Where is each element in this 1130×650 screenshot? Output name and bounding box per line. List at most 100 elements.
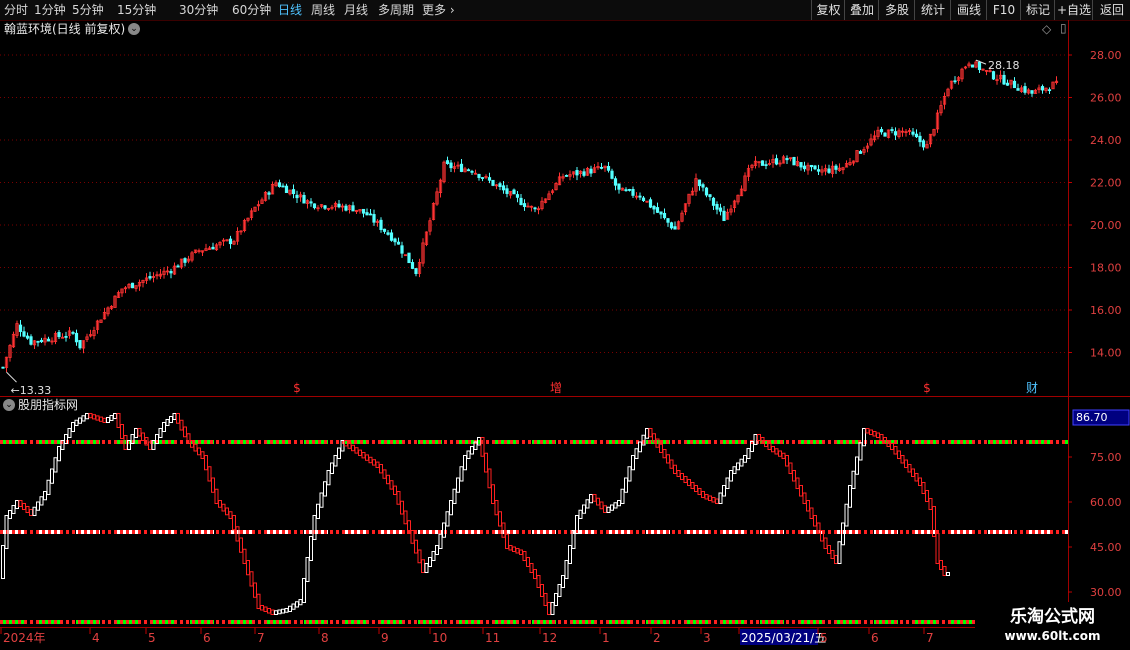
oscillator-box bbox=[673, 464, 677, 474]
oscillator-box bbox=[179, 419, 184, 431]
oscillator-box bbox=[88, 413, 93, 419]
candle-body bbox=[918, 135, 922, 143]
time-axis-label-4: 7 bbox=[257, 631, 265, 645]
oscillator-box bbox=[326, 470, 331, 486]
oscillator-box bbox=[386, 474, 390, 485]
oscillator-box bbox=[767, 443, 772, 450]
indicator-menu-icon[interactable]: ⌄ bbox=[3, 399, 15, 411]
oscillator-box bbox=[785, 455, 789, 467]
oscillator-box bbox=[515, 548, 520, 554]
time-axis-label-15: 6 bbox=[871, 631, 879, 645]
candle-body bbox=[351, 205, 355, 212]
oscillator-box bbox=[284, 608, 289, 613]
settings-diamond-icon[interactable]: ◇ bbox=[1042, 23, 1051, 36]
candle-body bbox=[624, 189, 628, 192]
candle-body bbox=[414, 268, 418, 274]
oscillator-box bbox=[295, 601, 299, 608]
oscillator-box bbox=[599, 501, 604, 510]
oscillator-box bbox=[36, 501, 40, 511]
candle-body bbox=[64, 336, 68, 338]
candle-body bbox=[879, 129, 884, 133]
oscillator-box bbox=[421, 559, 425, 573]
candle-body bbox=[708, 194, 712, 198]
candle-body bbox=[459, 163, 464, 172]
oscillator-box bbox=[78, 417, 82, 424]
oscillator-box bbox=[624, 477, 628, 493]
oscillator-box bbox=[249, 571, 254, 587]
oscillator-box bbox=[645, 428, 649, 439]
candle-body bbox=[718, 207, 723, 212]
candle-body bbox=[36, 340, 40, 343]
candle-body bbox=[827, 168, 831, 173]
oscillator-box bbox=[330, 462, 334, 474]
time-axis-label-5: 8 bbox=[321, 631, 329, 645]
candle-body bbox=[613, 178, 618, 186]
candle-body bbox=[228, 238, 233, 245]
oscillator-box bbox=[921, 482, 926, 494]
oscillator-box bbox=[99, 416, 103, 422]
oscillator-box bbox=[277, 609, 282, 615]
oscillator-box bbox=[288, 605, 292, 612]
candle-body bbox=[39, 339, 44, 343]
candle-body bbox=[18, 324, 23, 332]
oscillator-box bbox=[676, 470, 681, 477]
oscillator-box bbox=[169, 416, 173, 423]
oscillator-box bbox=[830, 550, 835, 559]
candle-body bbox=[792, 156, 796, 166]
low-marker-arrow bbox=[6, 371, 17, 383]
candle-body bbox=[991, 71, 996, 80]
oscillator-box bbox=[582, 504, 586, 514]
oscillator-box bbox=[358, 449, 362, 457]
candle-body bbox=[589, 168, 593, 174]
oscillator-box bbox=[893, 446, 898, 455]
oscillator-box bbox=[536, 575, 541, 588]
candle-body bbox=[760, 160, 765, 166]
oscillator-box bbox=[242, 548, 247, 564]
candle-body bbox=[970, 64, 975, 68]
oscillator-box bbox=[505, 533, 509, 549]
oscillator-box bbox=[389, 480, 394, 490]
oscillator-box bbox=[57, 446, 61, 462]
candle-body bbox=[466, 169, 471, 172]
oscillator-box bbox=[725, 477, 730, 489]
oscillator-box bbox=[232, 515, 236, 531]
main-title-menu-icon[interactable]: ⌄ bbox=[128, 23, 140, 35]
price-tick-label-2: 24.00 bbox=[1090, 134, 1122, 147]
window-toggle-icon[interactable]: ▯ bbox=[1060, 22, 1067, 35]
oscillator-box bbox=[519, 549, 523, 555]
candle-body bbox=[1016, 88, 1020, 91]
oscillator-box bbox=[85, 413, 89, 420]
candle-body bbox=[130, 282, 135, 289]
oscillator-box bbox=[844, 503, 849, 527]
oscillator-box bbox=[281, 608, 285, 614]
price-tick-label-5: 18.00 bbox=[1090, 262, 1122, 275]
candle-body bbox=[312, 203, 317, 209]
candle-body bbox=[368, 213, 373, 216]
oscillator-box bbox=[554, 593, 558, 606]
oscillator-box bbox=[550, 602, 555, 615]
oscillator-box bbox=[603, 505, 607, 513]
candle-body bbox=[382, 228, 387, 232]
oscillator-box bbox=[291, 603, 296, 610]
oscillator-box bbox=[354, 447, 359, 454]
candle-body bbox=[575, 170, 579, 176]
oscillator-box bbox=[228, 511, 233, 519]
oscillator-box bbox=[701, 491, 705, 498]
price-tick-label-1: 26.00 bbox=[1090, 92, 1122, 105]
candle-body bbox=[652, 206, 656, 210]
event-marker-2: $ bbox=[923, 381, 931, 395]
oscillator-box bbox=[221, 503, 226, 512]
candle-body bbox=[914, 133, 919, 138]
candle-body bbox=[722, 210, 726, 222]
oscillator-box bbox=[211, 477, 215, 493]
candle-body bbox=[813, 165, 817, 170]
oscillator-box bbox=[487, 468, 492, 489]
candle-body bbox=[277, 182, 282, 187]
oscillator-box bbox=[162, 422, 166, 432]
candle-body bbox=[606, 166, 611, 171]
oscillator-box bbox=[260, 605, 264, 611]
oscillator-box bbox=[543, 593, 548, 606]
oscillator-box bbox=[298, 599, 303, 606]
candle-body bbox=[515, 194, 520, 198]
oscillator-box bbox=[134, 428, 138, 438]
